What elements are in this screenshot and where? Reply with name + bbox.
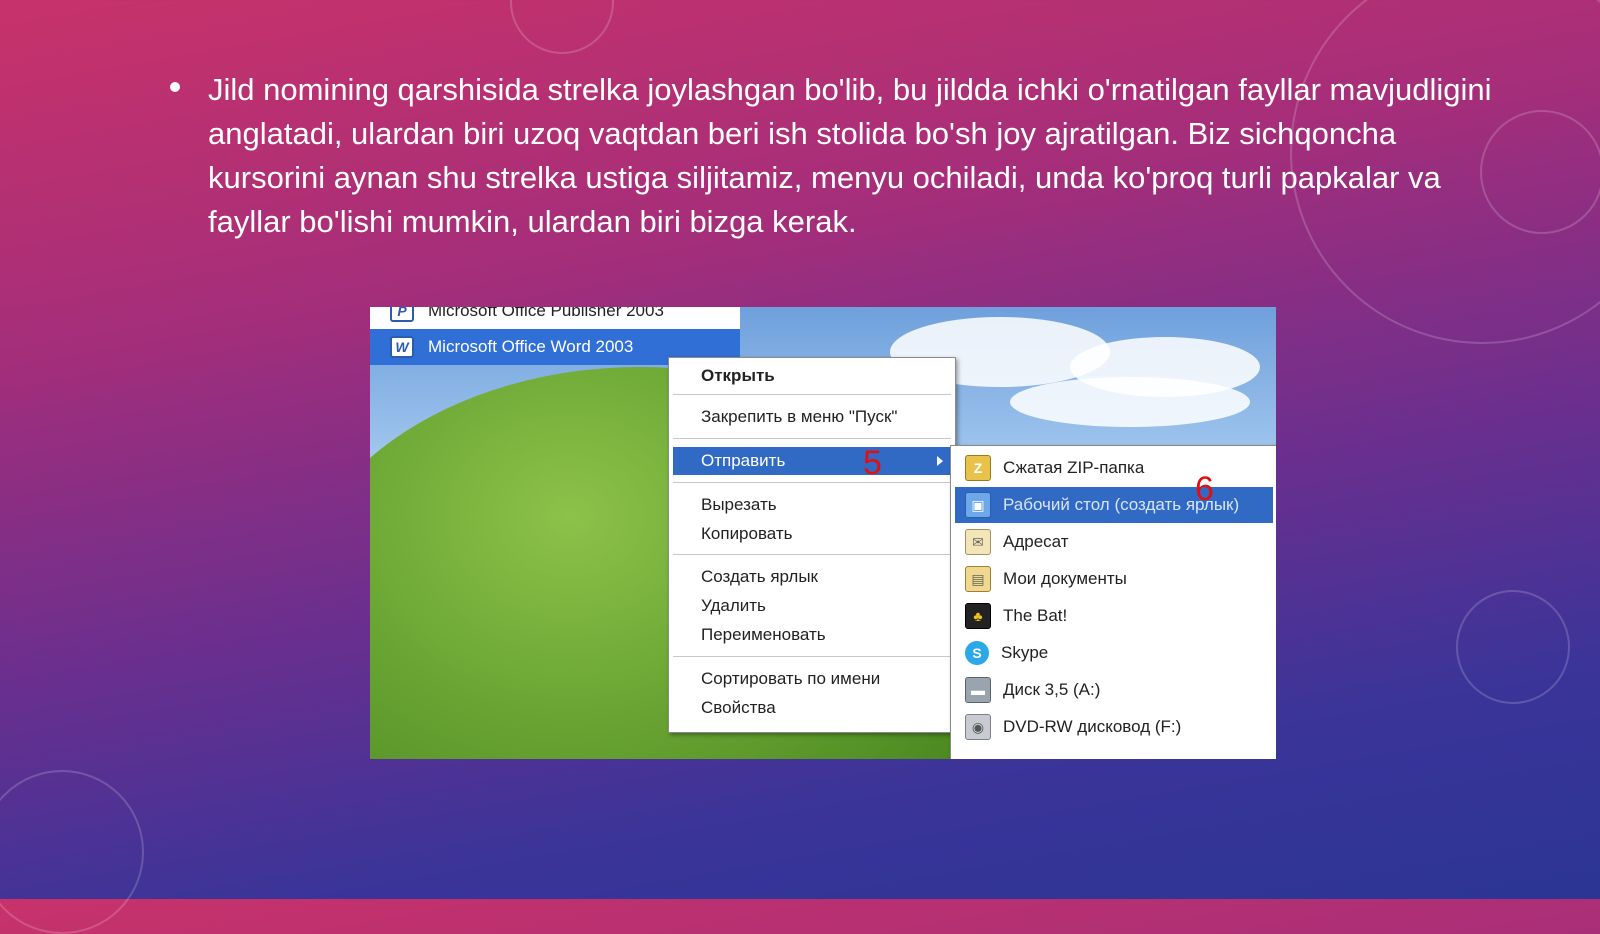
submenu-item-my-documents[interactable]: ▤ Мои документы: [955, 561, 1273, 597]
decor-circle-right: [1480, 110, 1600, 234]
zip-folder-icon: Z: [965, 455, 991, 481]
start-menu-item-label: Microsoft Office Publisher 2003: [428, 307, 664, 320]
my-documents-icon: ▤: [965, 566, 991, 592]
submenu-item-zip-folder[interactable]: Z Сжатая ZIP-папка: [955, 450, 1273, 486]
step-marker-6: 6: [1195, 470, 1214, 508]
desktop-icon: ▣: [965, 492, 991, 518]
decor-circle-bottom-left: [0, 770, 144, 934]
skype-icon: S: [965, 641, 989, 665]
submenu-item-label: Сжатая ZIP-папка: [1003, 458, 1145, 477]
menu-item-open[interactable]: Открыть: [673, 362, 951, 390]
menu-separator: [673, 656, 951, 657]
menu-item-label: Отправить: [701, 451, 786, 470]
submenu-item-label: Мои документы: [1003, 569, 1127, 588]
menu-item-rename[interactable]: Переименовать: [673, 621, 951, 649]
menu-item-cut[interactable]: Вырезать: [673, 491, 951, 519]
submenu-item-label: The Bat!: [1003, 606, 1068, 625]
publisher-icon: P: [390, 307, 414, 322]
submenu-item-skype[interactable]: S Skype: [955, 635, 1273, 671]
step-marker-5: 5: [863, 444, 882, 482]
submenu-item-mail-recipient[interactable]: ✉ Адресат: [955, 524, 1273, 560]
menu-separator: [673, 554, 951, 555]
menu-item-properties[interactable]: Свойства: [673, 694, 951, 722]
menu-item-delete[interactable]: Удалить: [673, 592, 951, 620]
start-menu-item-publisher[interactable]: P Microsoft Office Publisher 2003: [370, 307, 740, 329]
submenu-item-desktop-shortcut[interactable]: ▣ Рабочий стол (создать ярлык): [955, 487, 1273, 523]
menu-separator: [673, 438, 951, 439]
screenshot-image: P Microsoft Office Publisher 2003 W Micr…: [370, 307, 1276, 759]
submenu-item-floppy-drive[interactable]: ▬ Диск 3,5 (A:): [955, 672, 1273, 708]
menu-item-copy[interactable]: Копировать: [673, 520, 951, 548]
dvd-drive-icon: ◉: [965, 714, 991, 740]
submenu-item-the-bat[interactable]: ♣ The Bat!: [955, 598, 1273, 634]
submenu-item-dvd-drive[interactable]: ◉ DVD-RW дисковод (F:): [955, 709, 1273, 745]
submenu-item-label: Skype: [1001, 643, 1049, 662]
menu-item-create-shortcut[interactable]: Создать ярлык: [673, 563, 951, 591]
menu-separator: [673, 394, 951, 395]
menu-item-sort-by-name[interactable]: Сортировать по имени: [673, 665, 951, 693]
decor-circle-bottom-right: [1456, 590, 1570, 704]
mail-recipient-icon: ✉: [965, 529, 991, 555]
the-bat-icon: ♣: [965, 603, 991, 629]
submenu-item-label: Адресат: [1003, 532, 1069, 551]
cloud: [1010, 377, 1250, 427]
word-icon: W: [390, 336, 414, 358]
slide-bullet-text: Jild nomining qarshisida strelka joylash…: [208, 72, 1492, 239]
menu-item-send-to[interactable]: Отправить: [673, 447, 951, 475]
submenu-item-label: Диск 3,5 (A:): [1003, 680, 1101, 699]
send-to-submenu: Z Сжатая ZIP-папка ▣ Рабочий стол (созда…: [950, 445, 1276, 759]
context-menu: Открыть Закрепить в меню "Пуск" Отправит…: [668, 357, 956, 733]
decor-circle-top: [510, 0, 614, 54]
submenu-arrow-icon: [937, 456, 943, 466]
submenu-item-label: DVD-RW дисковод (F:): [1003, 717, 1182, 736]
floppy-drive-icon: ▬: [965, 677, 991, 703]
start-menu-item-label: Microsoft Office Word 2003: [428, 337, 634, 356]
menu-item-pin-start[interactable]: Закрепить в меню "Пуск": [673, 403, 951, 431]
bullet-point: [170, 82, 180, 92]
menu-separator: [673, 482, 951, 483]
